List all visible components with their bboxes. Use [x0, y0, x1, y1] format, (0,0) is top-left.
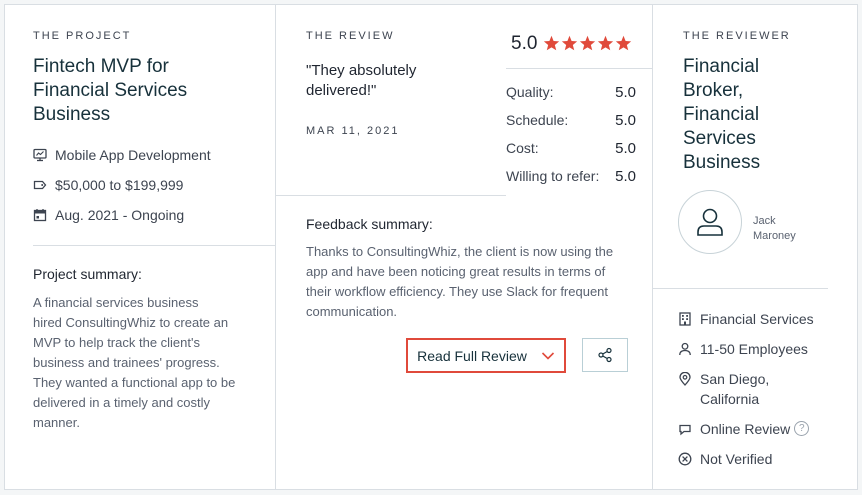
- reviewer-location-row: San Diego, California: [678, 369, 769, 409]
- score-row-quality: Quality: 5.0: [506, 84, 636, 101]
- project-title-line: Financial Services: [33, 80, 188, 101]
- star-icon: [615, 35, 632, 51]
- reviewer-review-type-row: Online Review ?: [678, 419, 810, 439]
- review-date: MAR 11, 2021: [306, 125, 400, 137]
- score-label: Quality:: [506, 84, 554, 100]
- feedback-line: app and have been noticing great results…: [306, 264, 606, 279]
- user-icon: [697, 208, 723, 236]
- chevron-down-icon: [541, 351, 554, 360]
- calendar-icon: [33, 209, 47, 222]
- score-value: 5.0: [615, 84, 636, 101]
- star-icon: [597, 35, 614, 51]
- project-budget: $50,000 to $199,999: [55, 177, 184, 193]
- reviewer-title-line: Broker,: [683, 80, 744, 101]
- column-divider-2: [652, 4, 653, 490]
- feedback-summary: Thanks to ConsultingWhiz, the client is …: [306, 242, 646, 322]
- project-summary-line: manner.: [33, 415, 80, 430]
- review-quote-line: "They absolutely: [306, 62, 417, 79]
- overall-rating: 5.0: [511, 33, 538, 54]
- reviewer-size-row: 11-50 Employees: [678, 339, 808, 359]
- feedback-line: their workflow efficiency. They use Slac…: [306, 284, 609, 299]
- reviewer-location: San Diego, California: [700, 369, 769, 409]
- star-icon: [561, 35, 578, 51]
- star-rating: [543, 35, 632, 51]
- score-row-willing-to-refer: Willing to refer: 5.0: [506, 168, 636, 185]
- project-summary-line: A financial services business: [33, 295, 199, 310]
- reviewer-industry-row: Financial Services: [678, 309, 814, 329]
- reviewer-title-line: Business: [683, 152, 761, 173]
- score-row-cost: Cost: 5.0: [506, 140, 636, 157]
- reviewer-name: Jack Maroney: [753, 214, 813, 244]
- project-summary-label: Project summary:: [33, 266, 142, 282]
- reviewer-verification: Not Verified: [700, 451, 773, 467]
- column-divider-1: [275, 4, 276, 490]
- review-quote-line: delivered!": [306, 82, 377, 99]
- project-budget-row: $50,000 to $199,999: [33, 177, 183, 193]
- project-dates-row: Aug. 2021 - Ongoing: [33, 207, 184, 223]
- location-line: San Diego,: [700, 371, 770, 387]
- reviewer-title-line: Services: [683, 128, 756, 149]
- reviewer-name-line: Jack: [753, 215, 776, 227]
- project-dates: Aug. 2021 - Ongoing: [55, 207, 185, 223]
- help-icon[interactable]: ?: [794, 421, 810, 436]
- star-icon: [579, 35, 596, 51]
- reviewer-title-line: Financial: [683, 104, 760, 125]
- feedback-summary-label: Feedback summary:: [306, 216, 433, 232]
- project-title-line: Business: [33, 104, 111, 125]
- score-row-schedule: Schedule: 5.0: [506, 112, 636, 129]
- score-label: Cost:: [506, 140, 539, 156]
- project-summary-line: business and trainees' progress.: [33, 355, 220, 370]
- reviewer-divider: [653, 288, 828, 289]
- project-summary-line: hired ConsultingWhiz to create an: [33, 315, 229, 330]
- project-summary-line: delivered in a timely and costly: [33, 395, 211, 410]
- project-eyebrow: THE PROJECT: [33, 30, 132, 42]
- building-icon: [679, 312, 691, 326]
- avatar: [678, 190, 742, 254]
- project-title: Fintech MVP for Financial Services Busin…: [33, 55, 187, 127]
- price-tag-icon: [33, 180, 47, 190]
- project-summary: A financial services business hired Cons…: [33, 293, 268, 433]
- review-eyebrow: THE REVIEW: [306, 30, 395, 42]
- star-icon: [543, 35, 560, 51]
- score-label: Willing to refer:: [506, 168, 600, 184]
- reviewer-title: Financial Broker, Financial Services Bus…: [683, 55, 760, 175]
- project-service-row: Mobile App Development: [33, 147, 211, 163]
- share-icon: [598, 347, 612, 363]
- reviewer-industry: Financial Services: [700, 311, 814, 327]
- share-button[interactable]: [582, 338, 628, 372]
- reviewer-size: 11-50 Employees: [700, 341, 808, 357]
- review-divider: [276, 195, 506, 196]
- reviewer-title-line: Financial: [683, 56, 760, 77]
- read-full-review-button[interactable]: Read Full Review: [406, 338, 566, 373]
- chat-bubble-icon: [679, 424, 691, 436]
- person-icon: [679, 342, 691, 356]
- score-value: 5.0: [615, 112, 636, 129]
- project-service: Mobile App Development: [55, 147, 211, 163]
- reviewer-review-type: Online Review: [700, 421, 791, 437]
- x-circle-icon: [678, 452, 692, 466]
- reviewer-name-line: Maroney: [753, 230, 796, 242]
- screen-icon: [33, 148, 47, 162]
- read-full-review-label: Read Full Review: [417, 347, 527, 364]
- rating-divider: [506, 68, 652, 69]
- feedback-line: Thanks to ConsultingWhiz, the client is …: [306, 244, 614, 259]
- project-summary-line: MVP to help track the client's: [33, 335, 200, 350]
- feedback-line: communication.: [306, 304, 398, 319]
- score-value: 5.0: [615, 140, 636, 157]
- project-title-line: Fintech MVP for: [33, 56, 169, 77]
- reviewer-verification-row: Not Verified: [678, 449, 772, 469]
- project-summary-line: They wanted a functional app to be: [33, 375, 236, 390]
- project-divider: [33, 245, 275, 246]
- reviewer-eyebrow: THE REVIEWER: [683, 30, 791, 42]
- map-pin-icon: [679, 372, 691, 386]
- score-label: Schedule:: [506, 112, 569, 128]
- review-quote: "They absolutely delivered!": [306, 61, 416, 101]
- location-line: California: [700, 391, 760, 407]
- score-value: 5.0: [615, 168, 636, 185]
